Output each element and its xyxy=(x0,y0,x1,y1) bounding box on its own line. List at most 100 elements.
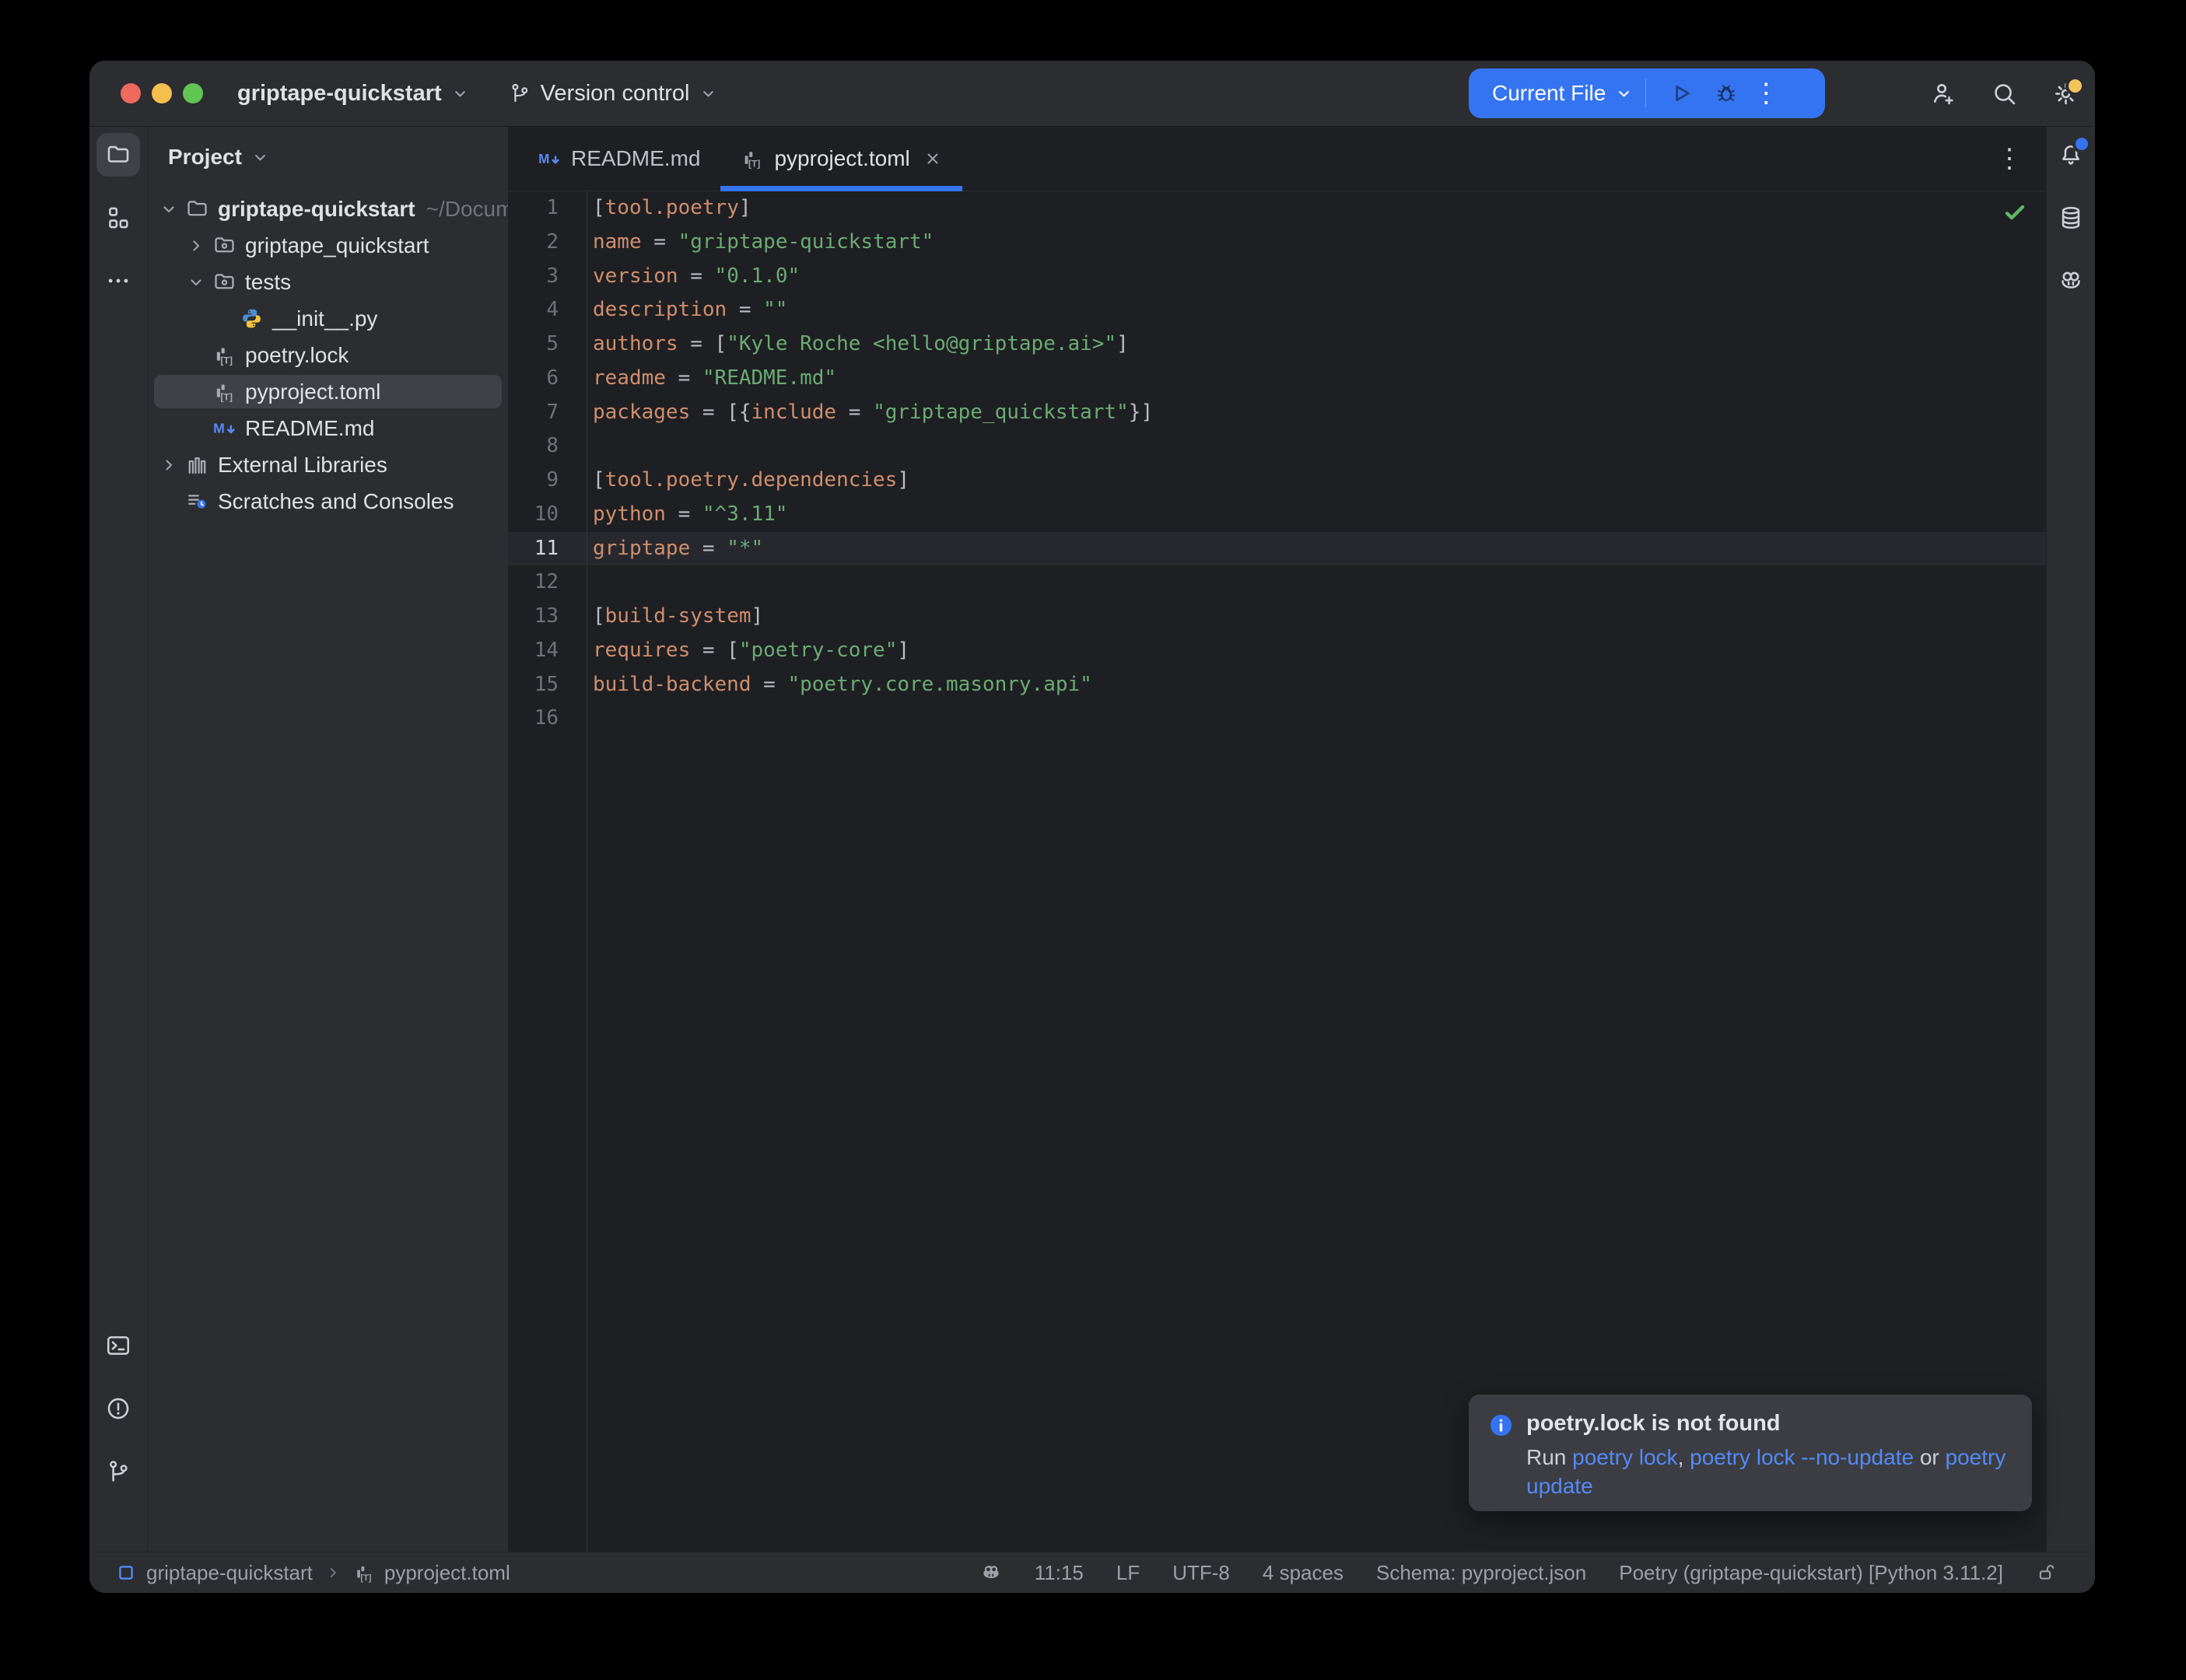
project-tool-window: Project griptape-quickstart~/Documegript… xyxy=(148,127,508,1552)
code-line-5[interactable]: 5authors = ["Kyle Roche <hello@griptape.… xyxy=(508,327,2046,362)
structure-tool-button[interactable] xyxy=(96,196,140,240)
notification-link-poetry-lock-no-update[interactable]: poetry lock --no-update xyxy=(1690,1445,1914,1469)
line-number: 3 xyxy=(508,260,587,294)
code-line-12[interactable]: 12 xyxy=(508,565,2046,600)
debug-button[interactable] xyxy=(1704,72,1749,115)
editor-area: MREADME.md[T]pyproject.toml ⋮ 1[tool.poe… xyxy=(508,127,2046,1552)
python-interpreter[interactable]: Poetry (griptape-quickstart) [Python 3.1… xyxy=(1619,1561,2003,1585)
toml-icon: [T] xyxy=(212,343,236,367)
tree-item-init-py[interactable]: __init__.py xyxy=(148,300,508,337)
tab-readme-md[interactable]: MREADME.md xyxy=(517,127,720,191)
play-icon xyxy=(1669,81,1694,106)
tree-item-readme-md[interactable]: MREADME.md xyxy=(148,410,508,446)
code-text: build-backend = "poetry.core.masonry.api… xyxy=(587,668,1092,702)
cursor-position[interactable]: 11:15 xyxy=(1035,1561,1084,1585)
json-schema[interactable]: Schema: pyproject.json xyxy=(1376,1561,1586,1585)
indent-style[interactable]: 4 spaces xyxy=(1263,1561,1343,1585)
code-line-3[interactable]: 3version = "0.1.0" xyxy=(508,260,2046,294)
more-tools-button[interactable] xyxy=(96,259,140,303)
breadcrumb-griptape-quickstart[interactable]: griptape-quickstart xyxy=(115,1561,313,1585)
right-toolbar xyxy=(2046,127,2095,1552)
code-line-8[interactable]: 8 xyxy=(508,429,2046,464)
code-line-14[interactable]: 14requires = ["poetry-core"] xyxy=(508,634,2046,668)
project-switcher[interactable]: griptape-quickstart xyxy=(237,81,469,107)
run-config-selector[interactable]: Current File xyxy=(1492,81,1633,106)
line-separator[interactable]: LF xyxy=(1116,1561,1140,1585)
project-panel-header[interactable]: Project xyxy=(148,133,508,181)
chevron-down-icon xyxy=(251,149,269,166)
close-icon[interactable] xyxy=(923,149,942,168)
add-user-icon[interactable] xyxy=(1929,80,1957,107)
minimize-button[interactable] xyxy=(152,83,172,103)
tab-pyproject-toml[interactable]: [T]pyproject.toml xyxy=(720,127,962,191)
tree-item-griptape-quickstart[interactable]: griptape-quickstart~/Docume xyxy=(148,191,508,227)
package-folder-icon xyxy=(212,233,236,257)
code-line-6[interactable]: 6readme = "README.md" xyxy=(508,362,2046,396)
title-bar-actions xyxy=(1929,61,2079,127)
chevron-down-icon[interactable] xyxy=(159,199,185,219)
vcs-widget[interactable]: Version control xyxy=(508,81,717,107)
breadcrumb-pyproject-toml[interactable]: [T]pyproject.toml xyxy=(353,1561,510,1585)
tree-item-label: pyproject.toml xyxy=(245,380,380,404)
ai-assistant-button[interactable] xyxy=(2049,259,2093,303)
bug-icon xyxy=(1714,81,1739,106)
settings-gear-icon[interactable] xyxy=(2052,80,2079,107)
tab-options-button[interactable]: ⋮ xyxy=(1996,127,2023,191)
status-item-label: 11:15 xyxy=(1035,1561,1084,1585)
line-number: 14 xyxy=(508,634,587,668)
terminal-icon xyxy=(105,1332,131,1359)
project-tool-button[interactable] xyxy=(96,133,140,177)
tree-item-griptape-quickstart[interactable]: griptape_quickstart xyxy=(148,227,508,264)
code-line-10[interactable]: 10python = "^3.11" xyxy=(508,498,2046,532)
code-text xyxy=(587,702,593,736)
code-text: python = "^3.11" xyxy=(587,498,787,532)
chevron-right-icon[interactable] xyxy=(159,455,185,475)
tree-item-external-libraries[interactable]: External Libraries xyxy=(148,446,508,483)
zoom-button[interactable] xyxy=(183,83,203,103)
tree-item-label: __init__.py xyxy=(272,306,377,331)
project-panel-title: Project xyxy=(168,145,242,170)
status-item-label: UTF-8 xyxy=(1172,1561,1230,1585)
code-text: requires = ["poetry-core"] xyxy=(587,634,909,668)
code-line-16[interactable]: 16 xyxy=(508,702,2046,736)
code-line-4[interactable]: 4description = "" xyxy=(508,293,2046,327)
close-button[interactable] xyxy=(121,83,141,103)
code-line-1[interactable]: 1[tool.poetry] xyxy=(508,191,2046,226)
code-line-2[interactable]: 2name = "griptape-quickstart" xyxy=(508,226,2046,260)
tree-item-label: Scratches and Consoles xyxy=(218,489,454,514)
line-number: 2 xyxy=(508,226,587,260)
line-number: 8 xyxy=(508,429,587,464)
run-button[interactable] xyxy=(1659,72,1704,115)
more-run-options-button[interactable]: ⋮ xyxy=(1749,80,1783,107)
terminal-tool-button[interactable] xyxy=(96,1324,140,1367)
problems-tool-button[interactable] xyxy=(96,1387,140,1430)
code-editor[interactable]: 1[tool.poetry]2name = "griptape-quicksta… xyxy=(508,191,2046,1552)
notifications-button[interactable] xyxy=(2049,133,2093,177)
tree-item-pyproject-toml[interactable]: [T] pyproject.toml xyxy=(148,373,508,410)
search-icon[interactable] xyxy=(1991,80,2018,107)
file-encoding[interactable]: UTF-8 xyxy=(1172,1561,1230,1585)
database-tool-button[interactable] xyxy=(2049,196,2093,240)
tree-item-label: poetry.lock xyxy=(245,343,349,368)
code-line-7[interactable]: 7packages = [{include = "griptape_quicks… xyxy=(508,396,2046,430)
git-branch-icon xyxy=(508,82,531,105)
chevron-down-icon[interactable] xyxy=(187,272,212,292)
code-line-15[interactable]: 15build-backend = "poetry.core.masonry.a… xyxy=(508,668,2046,702)
status-item-label: Poetry (griptape-quickstart) [Python 3.1… xyxy=(1619,1561,2003,1585)
editor-tabs: MREADME.md[T]pyproject.toml ⋮ xyxy=(508,127,2046,191)
left-toolbar xyxy=(89,127,148,1552)
tree-item-poetry-lock[interactable]: [T] poetry.lock xyxy=(148,337,508,373)
code-text: authors = ["Kyle Roche <hello@griptape.a… xyxy=(587,327,1129,362)
chevron-right-icon[interactable] xyxy=(187,236,212,256)
svg-text:[T]: [T] xyxy=(220,391,233,402)
copilot-status-icon[interactable] xyxy=(980,1562,1002,1584)
git-tool-button[interactable] xyxy=(96,1450,140,1493)
readonly-toggle[interactable] xyxy=(2036,1562,2058,1584)
tree-item-scratches-and-consoles[interactable]: Scratches and Consoles xyxy=(148,483,508,520)
markdown-icon: M xyxy=(538,147,561,170)
code-line-9[interactable]: 9[tool.poetry.dependencies] xyxy=(508,464,2046,498)
code-line-13[interactable]: 13[build-system] xyxy=(508,600,2046,634)
tree-item-tests[interactable]: tests xyxy=(148,264,508,300)
code-line-11[interactable]: 11griptape = "*" xyxy=(508,532,2046,566)
notification-link-poetry-lock[interactable]: poetry lock xyxy=(1572,1445,1677,1469)
